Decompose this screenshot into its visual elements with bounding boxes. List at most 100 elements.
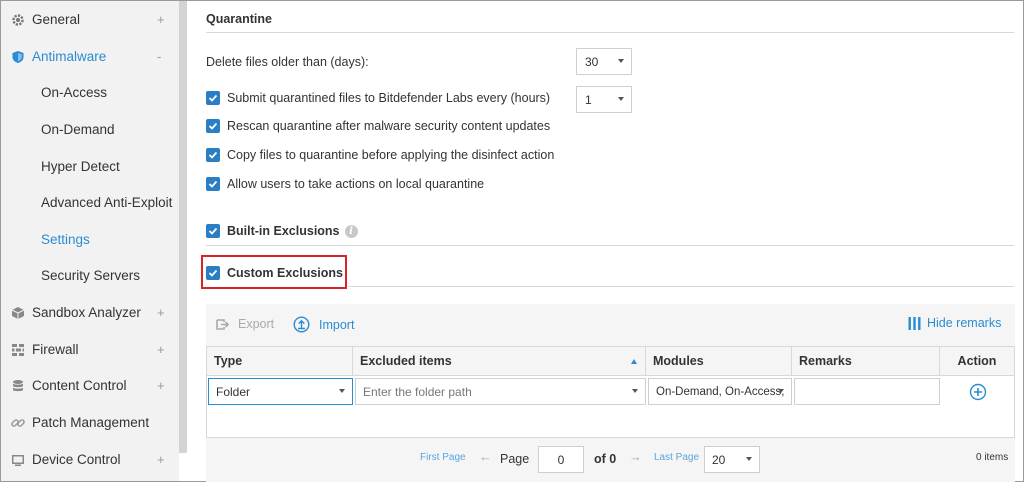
- expand-icon[interactable]: +: [157, 12, 165, 27]
- rescan-quarantine-label: Rescan quarantine after malware security…: [227, 119, 551, 133]
- first-page-link[interactable]: First Page: [420, 452, 466, 463]
- builtin-exclusions-row: Built-in Exclusions i: [206, 224, 358, 238]
- column-header-label: Type: [214, 354, 243, 368]
- export-button[interactable]: Export: [214, 316, 274, 332]
- remarks-input[interactable]: [794, 378, 940, 405]
- sidebar-item-content-control[interactable]: Content Control +: [1, 367, 179, 404]
- column-header-label: Action: [957, 354, 997, 368]
- modules-select[interactable]: On-Demand, On-Access,: [648, 378, 792, 405]
- last-page-label: Last Page: [654, 452, 700, 463]
- type-value: Folder: [216, 384, 251, 399]
- type-select[interactable]: Folder: [208, 378, 353, 405]
- sidebar-item-label: Firewall: [32, 342, 79, 357]
- check-icon: [208, 94, 218, 102]
- firewall-icon: [11, 343, 25, 357]
- info-icon[interactable]: i: [344, 224, 358, 238]
- check-icon: [208, 151, 218, 159]
- expand-icon[interactable]: +: [157, 305, 165, 320]
- check-icon: [208, 122, 218, 130]
- export-icon: [216, 319, 230, 330]
- link-icon: [11, 416, 25, 430]
- export-label: Export: [238, 317, 275, 331]
- section-title-quarantine: Quarantine: [206, 12, 272, 26]
- sidebar-item-patch-management[interactable]: Patch Management: [1, 404, 179, 441]
- sidebar-item-firewall[interactable]: Firewall +: [1, 331, 179, 368]
- expand-icon[interactable]: +: [157, 452, 165, 467]
- expand-icon[interactable]: +: [157, 342, 165, 357]
- delete-days-select[interactable]: 30: [576, 48, 632, 75]
- sidebar-item-device-control[interactable]: Device Control +: [1, 441, 179, 478]
- collapse-icon[interactable]: -: [157, 49, 161, 64]
- column-header-remarks[interactable]: Remarks: [792, 346, 940, 376]
- sidebar-item-label: Content Control: [32, 378, 127, 393]
- chevron-down-icon: [618, 59, 624, 63]
- chevron-down-icon: [632, 389, 638, 393]
- database-icon: [11, 379, 25, 393]
- sidebar-item-advanced-anti-exploit[interactable]: Advanced Anti-Exploit: [1, 184, 179, 221]
- sidebar-item-label: Device Control: [32, 452, 121, 467]
- sidebar-item-label: Sandbox Analyzer: [32, 305, 141, 320]
- next-page-icon[interactable]: →: [629, 449, 642, 464]
- expand-icon[interactable]: +: [157, 378, 165, 393]
- submit-hours-value: 1: [585, 92, 592, 107]
- custom-exclusions-panel: Export Import Hide remarks Type Excluded…: [206, 304, 1015, 482]
- copy-files-checkbox[interactable]: [206, 148, 220, 162]
- submit-hours-select[interactable]: 1: [576, 86, 632, 113]
- allow-users-label: Allow users to take actions on local qua…: [227, 177, 485, 191]
- column-header-excluded-items[interactable]: Excluded items: [353, 346, 646, 376]
- hide-remarks-button[interactable]: Hide remarks: [908, 316, 1001, 330]
- builtin-exclusions-label: Built-in Exclusions: [227, 224, 340, 238]
- sidebar-scrollbar[interactable]: [179, 1, 187, 453]
- submit-quarantine-checkbox[interactable]: [206, 91, 220, 105]
- chevron-down-icon: [339, 389, 345, 393]
- column-header-action: Action: [940, 346, 1015, 376]
- rescan-quarantine-checkbox[interactable]: [206, 119, 220, 133]
- column-header-modules[interactable]: Modules: [646, 346, 792, 376]
- chevron-down-icon: [778, 389, 784, 393]
- items-count: 0 items: [976, 452, 1009, 463]
- sidebar-item-label: Hyper Detect: [41, 159, 120, 174]
- sidebar-item-on-access[interactable]: On-Access: [1, 74, 179, 111]
- folder-path-input[interactable]: Enter the folder path: [355, 378, 646, 405]
- chevron-down-icon: [746, 457, 752, 461]
- sidebar-item-hyper-detect[interactable]: Hyper Detect: [1, 148, 179, 185]
- divider: [206, 245, 1014, 246]
- allow-users-row: Allow users to take actions on local qua…: [206, 177, 484, 191]
- hide-remarks-label: Hide remarks: [927, 316, 1002, 330]
- allow-users-checkbox[interactable]: [206, 177, 220, 191]
- builtin-exclusions-checkbox[interactable]: [206, 224, 220, 238]
- prev-page-icon[interactable]: ←: [479, 449, 492, 464]
- copy-files-row: Copy files to quarantine before applying…: [206, 148, 554, 162]
- sidebar-item-security-servers[interactable]: Security Servers: [1, 257, 179, 294]
- sidebar-item-label: Settings: [41, 232, 90, 247]
- folder-path-placeholder: Enter the folder path: [363, 384, 472, 399]
- column-header-type[interactable]: Type: [206, 346, 353, 376]
- sidebar-item-antimalware[interactable]: Antimalware -: [1, 38, 179, 75]
- delete-days-value: 30: [585, 54, 599, 69]
- sidebar-item-label: Security Servers: [41, 268, 141, 283]
- import-button[interactable]: Import: [293, 316, 354, 333]
- submit-quarantine-row: Submit quarantined files to Bitdefender …: [206, 91, 550, 105]
- page-size-select[interactable]: 20: [704, 446, 760, 473]
- sidebar-item-settings[interactable]: Settings: [1, 221, 179, 258]
- page-number-value: 0: [557, 452, 565, 467]
- page-count-label: of 0: [594, 452, 617, 466]
- sidebar-item-sandbox-analyzer[interactable]: Sandbox Analyzer +: [1, 294, 179, 331]
- page-number-input[interactable]: 0: [538, 446, 584, 473]
- submit-quarantine-label: Submit quarantined files to Bitdefender …: [227, 91, 551, 105]
- column-header-label: Remarks: [799, 354, 852, 368]
- columns-icon: [908, 316, 921, 330]
- page-size-value: 20: [712, 452, 726, 467]
- sidebar-item-label: Patch Management: [32, 415, 150, 430]
- import-icon: [293, 316, 310, 333]
- import-label: Import: [319, 317, 355, 332]
- sidebar-item-on-demand[interactable]: On-Demand: [1, 111, 179, 148]
- sort-asc-icon: [631, 359, 637, 364]
- sidebar-item-general[interactable]: General +: [1, 1, 179, 38]
- sidebar-item-label: Antimalware: [32, 49, 107, 64]
- add-row-button[interactable]: [969, 383, 987, 401]
- divider: [348, 286, 1014, 287]
- plus-circle-icon: [969, 383, 987, 401]
- cube-icon: [11, 306, 25, 320]
- last-page-link[interactable]: Last Page: [654, 452, 699, 463]
